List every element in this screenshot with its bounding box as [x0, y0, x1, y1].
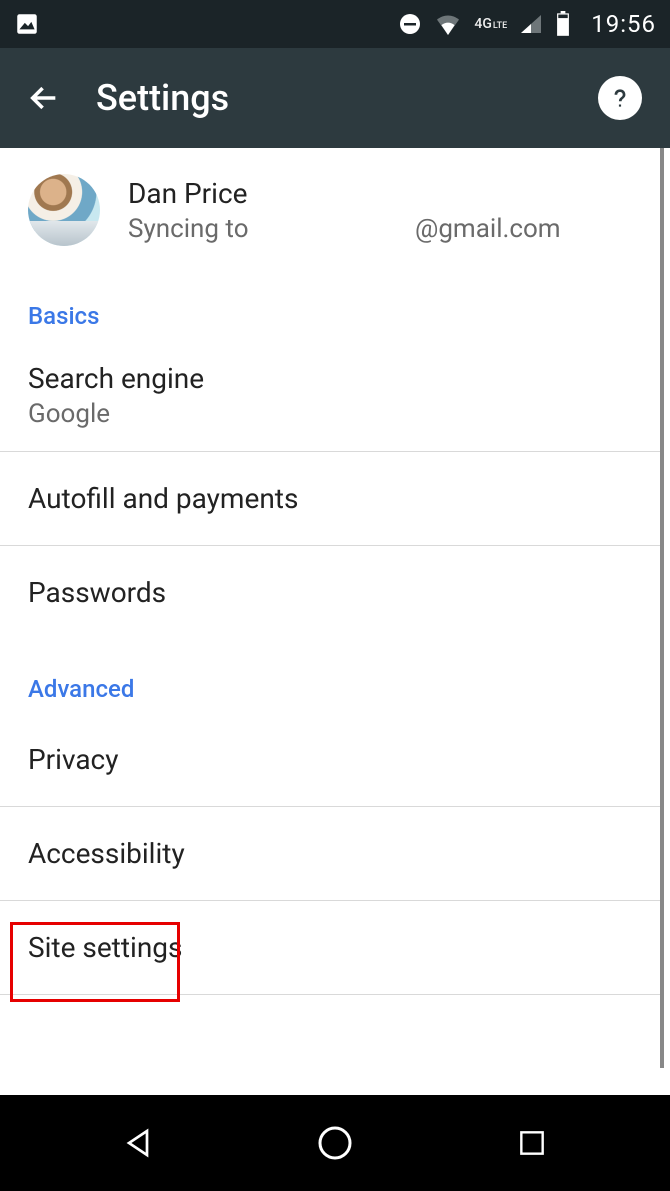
item-subtitle: Google [28, 399, 632, 429]
item-privacy[interactable]: Privacy [0, 713, 660, 806]
item-site-settings[interactable]: Site settings [0, 901, 660, 994]
account-row[interactable]: Dan Price Syncing to @gmail.com [0, 148, 660, 266]
status-clock: 19:56 [591, 10, 656, 38]
item-title: Search engine [28, 362, 632, 395]
item-title: Passwords [28, 576, 632, 609]
dnd-icon [398, 12, 422, 36]
nav-recent-button[interactable] [502, 1113, 562, 1173]
android-status-bar: 4GLTE 19:56 [0, 0, 670, 48]
item-title: Accessibility [28, 837, 632, 870]
signal-icon [519, 13, 543, 35]
avatar [28, 174, 100, 246]
battery-icon [555, 11, 571, 37]
item-passwords[interactable]: Passwords [0, 546, 660, 639]
back-button[interactable] [20, 74, 68, 122]
app-bar: Settings [0, 48, 670, 148]
picture-icon [14, 11, 40, 37]
account-sync-status: Syncing to @gmail.com [128, 214, 561, 244]
item-title: Privacy [28, 743, 632, 776]
account-name: Dan Price [128, 177, 561, 210]
nav-home-button[interactable] [305, 1113, 365, 1173]
help-button[interactable] [598, 76, 642, 120]
nav-back-button[interactable] [108, 1113, 168, 1173]
page-title: Settings [96, 77, 598, 119]
section-header-advanced: Advanced [0, 639, 660, 713]
divider [0, 994, 660, 995]
item-search-engine[interactable]: Search engine Google [0, 340, 660, 451]
section-header-basics: Basics [0, 266, 660, 340]
item-title: Autofill and payments [28, 482, 632, 515]
item-accessibility[interactable]: Accessibility [0, 807, 660, 900]
android-nav-bar [0, 1095, 670, 1191]
wifi-icon [434, 13, 462, 35]
item-autofill-payments[interactable]: Autofill and payments [0, 452, 660, 545]
item-title: Site settings [28, 931, 632, 964]
network-label: 4GLTE [474, 17, 507, 31]
settings-list[interactable]: Dan Price Syncing to @gmail.com Basics S… [0, 148, 664, 1068]
